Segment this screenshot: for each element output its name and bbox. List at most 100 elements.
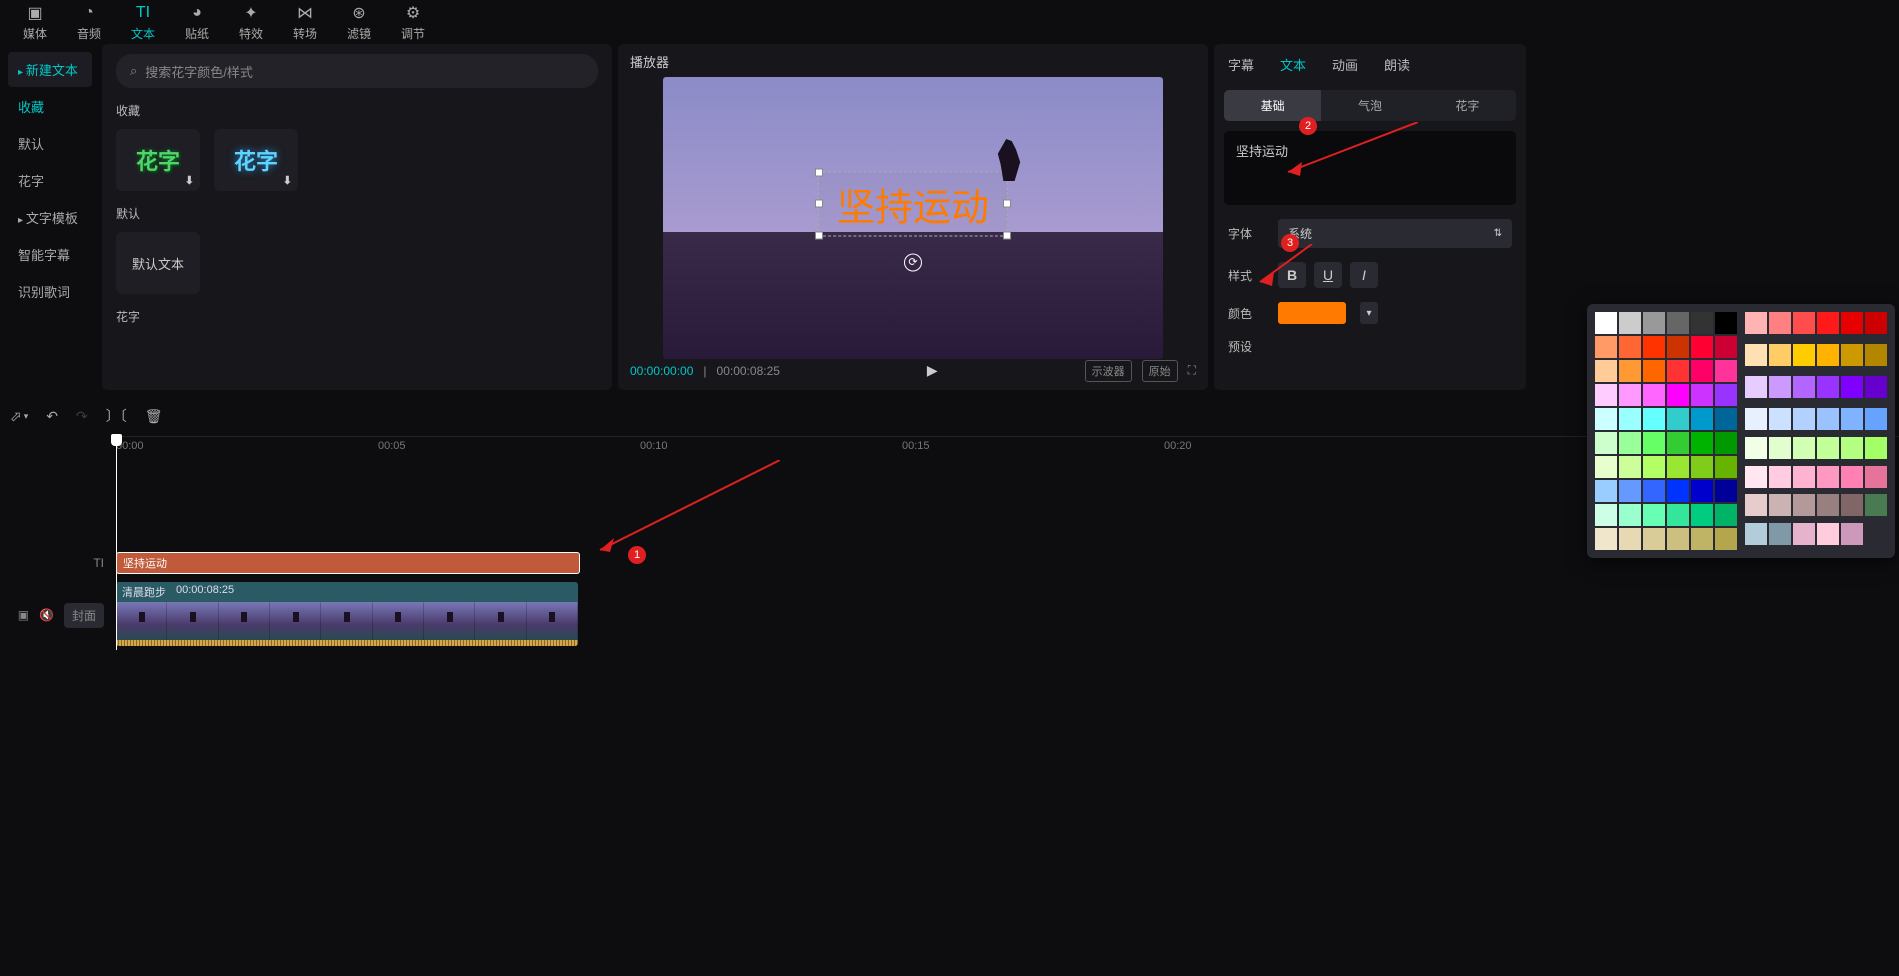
color-swatch-cell[interactable]: [1691, 432, 1713, 454]
color-swatch-cell[interactable]: [1595, 456, 1617, 478]
video-clip[interactable]: 清晨跑步 00:00:08:25: [116, 582, 578, 646]
color-swatch-cell[interactable]: [1865, 437, 1887, 459]
playhead[interactable]: [116, 436, 117, 650]
tool-effect[interactable]: ✦特效: [224, 0, 278, 44]
tab-subtitle[interactable]: 字幕: [1228, 55, 1254, 74]
fullscreen-icon[interactable]: ⛶: [1188, 363, 1196, 378]
color-swatch-cell[interactable]: [1691, 528, 1713, 550]
color-swatch-cell[interactable]: [1715, 432, 1737, 454]
color-swatch-cell[interactable]: [1619, 456, 1641, 478]
resize-handle[interactable]: [1003, 200, 1011, 208]
color-swatch-cell[interactable]: [1793, 466, 1815, 488]
sidebar-huazi[interactable]: 花字: [8, 163, 92, 198]
color-swatch-cell[interactable]: [1643, 504, 1665, 526]
color-swatch-cell[interactable]: [1691, 384, 1713, 406]
huazi-preset-1[interactable]: 花字⬇: [116, 129, 200, 191]
color-swatch-cell[interactable]: [1769, 376, 1791, 398]
color-swatch-cell[interactable]: [1769, 466, 1791, 488]
color-swatch-cell[interactable]: [1643, 456, 1665, 478]
undo-button[interactable]: ↶: [46, 408, 58, 425]
color-swatch-cell[interactable]: [1817, 408, 1839, 430]
color-swatch-cell[interactable]: [1643, 336, 1665, 358]
color-swatch-cell[interactable]: [1865, 408, 1887, 430]
color-swatch-cell[interactable]: [1841, 408, 1863, 430]
color-swatch-cell[interactable]: [1619, 408, 1641, 430]
sidebar-default[interactable]: 默认: [8, 126, 92, 161]
color-swatch-cell[interactable]: [1715, 360, 1737, 382]
tool-media[interactable]: ▣媒体: [8, 0, 62, 44]
color-swatch-cell[interactable]: [1841, 344, 1863, 366]
color-swatch-cell[interactable]: [1619, 384, 1641, 406]
color-swatch-cell[interactable]: [1691, 360, 1713, 382]
color-swatch-cell[interactable]: [1595, 336, 1617, 358]
color-swatch-cell[interactable]: [1865, 494, 1887, 516]
color-swatch-cell[interactable]: [1667, 504, 1689, 526]
color-swatch-cell[interactable]: [1643, 480, 1665, 502]
color-swatch-cell[interactable]: [1769, 344, 1791, 366]
italic-button[interactable]: I: [1350, 262, 1378, 288]
color-swatch-cell[interactable]: [1619, 360, 1641, 382]
color-swatch-cell[interactable]: [1643, 528, 1665, 550]
search-input[interactable]: ⌕ 搜索花字颜色/样式: [116, 54, 598, 88]
color-swatch-cell[interactable]: [1595, 504, 1617, 526]
tab-animation[interactable]: 动画: [1332, 55, 1358, 74]
color-swatch-cell[interactable]: [1793, 312, 1815, 334]
text-overlay-box[interactable]: 坚持运动 ⟳: [818, 171, 1008, 236]
color-swatch-cell[interactable]: [1619, 528, 1641, 550]
huazi-preset-2[interactable]: 花字⬇: [214, 129, 298, 191]
color-swatch-cell[interactable]: [1865, 376, 1887, 398]
color-swatch-cell[interactable]: [1691, 480, 1713, 502]
color-swatch-cell[interactable]: [1841, 466, 1863, 488]
tool-text[interactable]: TI文本: [116, 0, 170, 44]
color-swatch-cell[interactable]: [1715, 480, 1737, 502]
tool-audio[interactable]: ◔音频: [62, 0, 116, 44]
color-swatch-cell[interactable]: [1595, 432, 1617, 454]
font-select[interactable]: 系统 ⇅: [1278, 219, 1512, 248]
color-swatch-cell[interactable]: [1595, 480, 1617, 502]
color-swatch-cell[interactable]: [1667, 456, 1689, 478]
resize-handle[interactable]: [815, 231, 823, 239]
original-button[interactable]: 原始: [1142, 360, 1178, 382]
color-swatch-cell[interactable]: [1745, 494, 1767, 516]
default-text-preset[interactable]: 默认文本: [116, 232, 200, 294]
color-swatch-cell[interactable]: [1745, 437, 1767, 459]
color-swatch-cell[interactable]: [1841, 376, 1863, 398]
color-swatch-cell[interactable]: [1817, 437, 1839, 459]
cover-button[interactable]: 封面: [64, 603, 104, 628]
color-swatch-cell[interactable]: [1619, 504, 1641, 526]
sidebar-templates[interactable]: 文字模板: [8, 200, 92, 235]
sidebar-new-text[interactable]: 新建文本: [8, 52, 92, 87]
resize-handle[interactable]: [1003, 168, 1011, 176]
color-swatch-cell[interactable]: [1691, 456, 1713, 478]
download-icon[interactable]: ⬇: [185, 174, 194, 187]
video-preview[interactable]: 坚持运动 ⟳: [663, 77, 1163, 359]
mute-icon[interactable]: 🔇: [39, 608, 54, 622]
color-swatch-cell[interactable]: [1745, 312, 1767, 334]
color-swatch-cell[interactable]: [1817, 312, 1839, 334]
tool-sticker[interactable]: ◕贴纸: [170, 0, 224, 44]
color-swatch-cell[interactable]: [1769, 494, 1791, 516]
color-swatch-cell[interactable]: [1595, 408, 1617, 430]
color-swatch-cell[interactable]: [1817, 376, 1839, 398]
color-swatch-cell[interactable]: [1715, 528, 1737, 550]
color-swatch-cell[interactable]: [1643, 312, 1665, 334]
color-swatch-cell[interactable]: [1619, 336, 1641, 358]
cursor-tool[interactable]: ⬀ ▾: [10, 408, 28, 425]
color-swatch-cell[interactable]: [1745, 408, 1767, 430]
color-swatch-cell[interactable]: [1643, 408, 1665, 430]
color-swatch-cell[interactable]: [1667, 336, 1689, 358]
bold-button[interactable]: B: [1278, 262, 1306, 288]
color-swatch-cell[interactable]: [1841, 312, 1863, 334]
color-swatch-cell[interactable]: [1667, 432, 1689, 454]
color-swatch-cell[interactable]: [1817, 494, 1839, 516]
color-swatch-cell[interactable]: [1745, 344, 1767, 366]
color-swatch-cell[interactable]: [1595, 360, 1617, 382]
text-content-input[interactable]: 坚持运动: [1224, 131, 1516, 205]
color-swatch-cell[interactable]: [1667, 528, 1689, 550]
color-swatch-cell[interactable]: [1817, 523, 1839, 545]
color-swatch-cell[interactable]: [1667, 408, 1689, 430]
sidebar-smart-subtitle[interactable]: 智能字幕: [8, 237, 92, 272]
color-swatch-cell[interactable]: [1841, 494, 1863, 516]
color-swatch-cell[interactable]: [1817, 344, 1839, 366]
color-swatch-cell[interactable]: [1715, 456, 1737, 478]
